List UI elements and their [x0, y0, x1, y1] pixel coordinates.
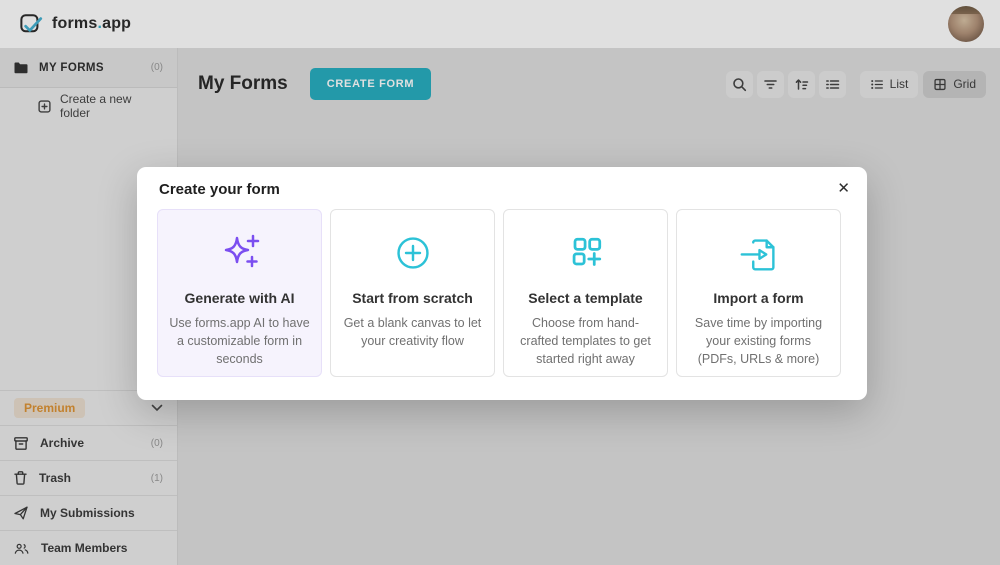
card-title: Select a template: [528, 290, 642, 306]
card-description: Save time by importing your existing for…: [688, 314, 829, 368]
card-title: Generate with AI: [185, 290, 295, 306]
ai-sparkle-icon: [216, 228, 264, 278]
card-description: Get a blank canvas to let your creativit…: [342, 314, 483, 350]
card-import-a-form[interactable]: Import a form Save time by importing you…: [676, 209, 841, 377]
close-icon: ✕: [837, 180, 850, 197]
create-form-modal: Create your form ✕ Generate with AI Use …: [137, 167, 867, 400]
card-select-a-template[interactable]: Select a template Choose from hand-craft…: [503, 209, 668, 377]
card-description: Choose from hand-crafted templates to ge…: [515, 314, 656, 368]
card-title: Import a form: [713, 290, 803, 306]
template-grid-icon: [564, 228, 608, 278]
modal-title: Create your form: [159, 181, 280, 198]
import-document-icon: [736, 228, 782, 278]
modal-close-button[interactable]: ✕: [833, 175, 854, 201]
card-start-from-scratch[interactable]: Start from scratch Get a blank canvas to…: [330, 209, 495, 377]
card-title: Start from scratch: [352, 290, 473, 306]
card-generate-with-ai[interactable]: Generate with AI Use forms.app AI to hav…: [157, 209, 322, 377]
create-options: Generate with AI Use forms.app AI to hav…: [157, 209, 841, 377]
plus-circle-icon: [392, 228, 434, 278]
card-description: Use forms.app AI to have a customizable …: [169, 314, 310, 368]
